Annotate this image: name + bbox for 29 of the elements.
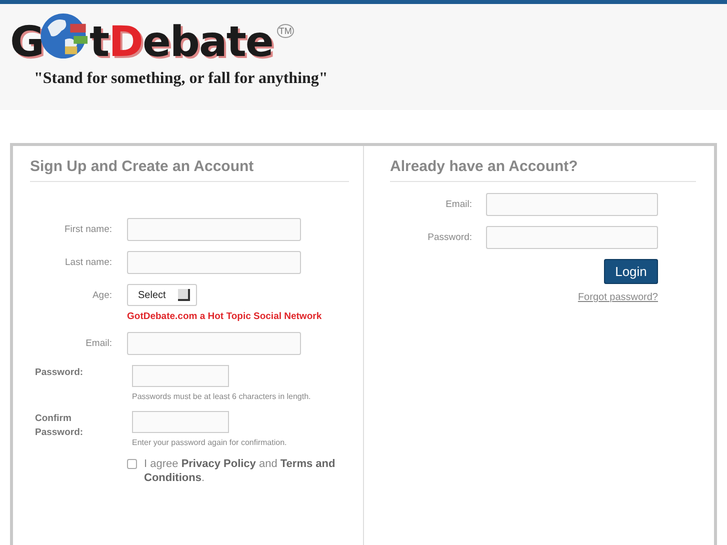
input-field[interactable] xyxy=(127,332,301,355)
trademark-mark: TM xyxy=(276,24,294,38)
field-label: Last name: xyxy=(64,256,112,270)
input-field[interactable] xyxy=(132,411,229,433)
age-dropdown[interactable]: Select xyxy=(127,284,197,306)
field-label: Confirm Password: xyxy=(34,412,84,440)
agreement-text: I agree Privacy Policy and Terms and Conditions. xyxy=(144,457,336,485)
forgot-password-link[interactable]: Forgot password? xyxy=(578,292,658,303)
input-field[interactable] xyxy=(127,251,301,274)
input-field[interactable] xyxy=(127,218,301,241)
tagline: "Stand for something, or fall for anything" xyxy=(34,70,329,88)
hint-text: Passwords must be at least 6 characters in length. xyxy=(132,392,311,401)
logo-text: tDebate xyxy=(89,20,273,64)
section-title: Sign Up and Create an Account xyxy=(30,158,349,182)
section-title: Already have an Account? xyxy=(390,158,696,182)
login-button[interactable]: Login xyxy=(604,259,658,284)
logo-text: G xyxy=(10,20,44,64)
input-field[interactable] xyxy=(486,226,658,249)
input-field[interactable] xyxy=(132,365,229,387)
field-label: Age: xyxy=(91,289,112,303)
checkbox[interactable] xyxy=(127,459,137,469)
hint-text: Enter your password again for confirmation. xyxy=(132,438,287,447)
field-label: First name: xyxy=(63,223,112,237)
field-label: Password: xyxy=(34,366,84,380)
field-label: Password: xyxy=(426,232,472,243)
input-field[interactable] xyxy=(486,193,658,216)
field-label: Email: xyxy=(84,337,112,351)
promo-text: GotDebate.com a Hot Topic Social Network xyxy=(127,311,322,322)
field-label: Email: xyxy=(444,199,472,210)
